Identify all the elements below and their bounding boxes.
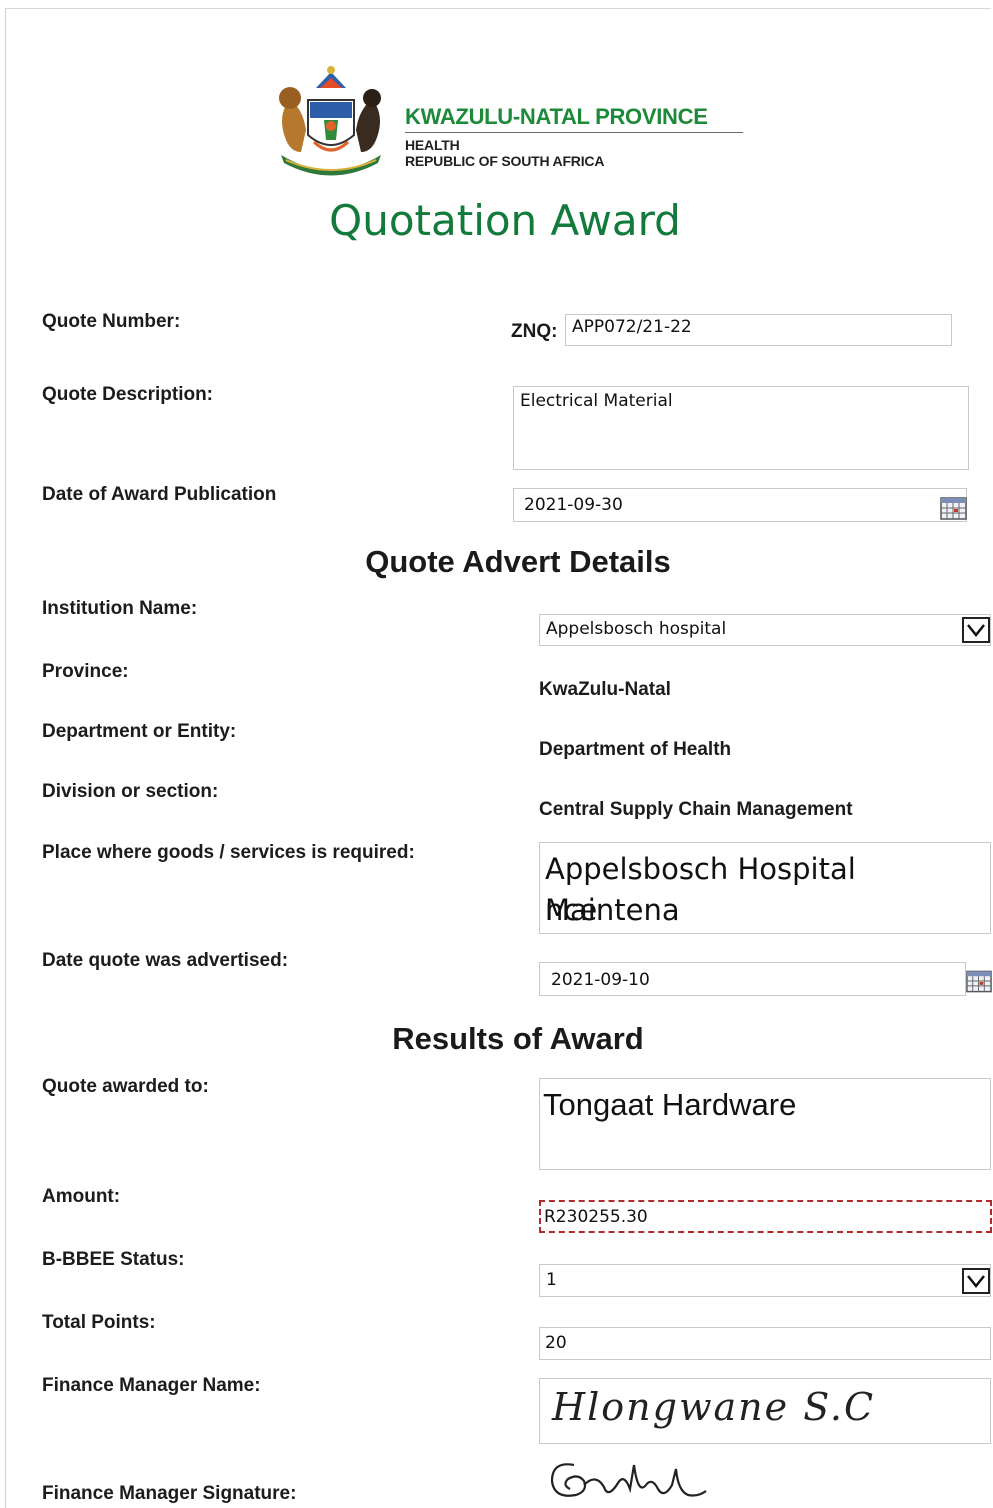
- bbbee-label: B-BBEE Status:: [42, 1249, 185, 1270]
- award-date-label: Date of Award Publication: [42, 484, 277, 505]
- total-points-value: 20: [545, 1333, 567, 1353]
- signature-image: [550, 1463, 707, 1497]
- quote-number-label: Quote Number:: [42, 311, 181, 332]
- province-value: KwaZulu-Natal: [539, 679, 671, 700]
- calendar-icon[interactable]: [940, 497, 967, 520]
- awarded-to-label: Quote awarded to:: [42, 1076, 209, 1097]
- total-points-label: Total Points:: [42, 1312, 156, 1333]
- amount-value: R230255.30: [544, 1207, 648, 1227]
- org-divider: [405, 132, 743, 133]
- department-label: Department or Entity:: [42, 721, 237, 742]
- page-title: Quotation Award: [329, 196, 681, 245]
- division-value: Central Supply Chain Management: [539, 799, 853, 820]
- province-label: Province:: [42, 661, 129, 682]
- institution-label: Institution Name:: [42, 598, 198, 619]
- place-field[interactable]: Appelsbosch Hospital Maintena nce: [539, 842, 991, 934]
- awarded-to-value: Tongaat Hardware: [543, 1087, 797, 1122]
- fm-name-label: Finance Manager Name:: [42, 1375, 261, 1396]
- award-date-value: 2021-09-30: [524, 495, 623, 515]
- bbbee-value: 1: [546, 1270, 557, 1290]
- quote-number-prefix: ZNQ:: [511, 321, 558, 342]
- advert-section-title: Quote Advert Details: [365, 544, 671, 579]
- quote-description-value: Electrical Material: [520, 391, 673, 411]
- coat-of-arms-icon: [279, 66, 381, 176]
- fm-name-value: Hlongwane S.C: [552, 1385, 876, 1429]
- quote-number-value: APP072/21-22: [572, 317, 692, 337]
- chevron-down-icon[interactable]: [962, 617, 990, 643]
- institution-value: Appelsbosch hospital: [546, 619, 727, 639]
- place-label: Place where goods / services is required…: [42, 842, 415, 863]
- bbbee-select[interactable]: 1: [539, 1264, 991, 1297]
- quote-description-label: Quote Description:: [42, 384, 214, 405]
- amount-field[interactable]: R230255.30: [539, 1200, 992, 1233]
- institution-select[interactable]: Appelsbosch hospital: [539, 614, 991, 646]
- org-country: REPUBLIC OF SOUTH AFRICA: [405, 153, 605, 169]
- amount-label: Amount:: [42, 1186, 121, 1207]
- advertised-date-field[interactable]: 2021-09-10: [539, 962, 966, 996]
- fm-name-field[interactable]: Hlongwane S.C: [539, 1378, 991, 1444]
- org-name: KWAZULU-NATAL PROVINCE: [405, 104, 708, 129]
- org-department: HEALTH: [405, 137, 460, 153]
- advertised-date-value: 2021-09-10: [551, 970, 650, 990]
- award-date-field[interactable]: 2021-09-30: [513, 488, 967, 522]
- results-section-title: Results of Award: [392, 1021, 644, 1056]
- quote-number-field[interactable]: APP072/21-22: [565, 314, 952, 346]
- calendar-icon[interactable]: [966, 970, 992, 993]
- quote-description-field[interactable]: Electrical Material: [513, 386, 969, 470]
- advertised-date-label: Date quote was advertised:: [42, 950, 289, 971]
- place-value-line2: nce: [545, 893, 598, 927]
- awarded-to-field[interactable]: Tongaat Hardware: [539, 1078, 991, 1170]
- total-points-field[interactable]: 20: [539, 1327, 991, 1360]
- fm-signature-label: Finance Manager Signature:: [42, 1483, 297, 1504]
- chevron-down-icon[interactable]: [962, 1268, 990, 1294]
- department-value: Department of Health: [539, 739, 732, 760]
- division-label: Division or section:: [42, 781, 219, 802]
